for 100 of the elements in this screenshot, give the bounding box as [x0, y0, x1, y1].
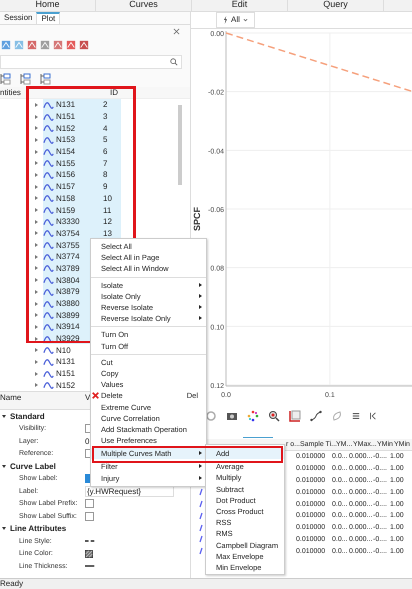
first-page-icon[interactable] — [369, 412, 377, 420]
lightning-icon — [223, 16, 228, 24]
color-wheel-icon[interactable] — [247, 410, 259, 422]
zoom-icon[interactable] — [268, 410, 280, 422]
expand-arrow-icon[interactable] — [35, 266, 38, 270]
group-label: Curve Label — [10, 462, 56, 471]
expand-arrow-icon[interactable] — [35, 324, 38, 329]
panel-tab[interactable]: Session — [0, 12, 36, 24]
expand-arrow-icon[interactable] — [35, 161, 38, 166]
expand-arrow-icon[interactable] — [35, 220, 38, 224]
curve-icon — [43, 148, 54, 156]
expand-arrow-icon[interactable] — [35, 184, 38, 189]
curve-icon — [43, 346, 54, 354]
expand-arrow-icon[interactable] — [35, 172, 38, 177]
expand-arrow-icon[interactable] — [35, 313, 38, 318]
panel-tab[interactable]: Plot — [36, 12, 60, 24]
ribbon-tab[interactable]: Edit — [192, 0, 288, 11]
expand-arrow-icon[interactable] — [35, 114, 38, 119]
expand-arrow-icon[interactable] — [35, 278, 38, 282]
delete-icon — [92, 392, 99, 400]
curve-icon — [43, 322, 54, 331]
search-icon[interactable] — [170, 58, 178, 66]
collapse-triangle-icon[interactable] — [2, 414, 6, 418]
status-text: Ready — [0, 578, 412, 589]
tree-item[interactable]: N156 8 — [43, 169, 121, 181]
expand-arrow-icon[interactable] — [35, 372, 38, 376]
ribbon-tab[interactable]: Home — [0, 0, 96, 11]
tree-item[interactable]: N131 2 — [43, 99, 121, 111]
expand-arrow-icon[interactable] — [35, 126, 38, 130]
tree-item[interactable]: N3330 12 — [43, 216, 121, 228]
expand-arrow-icon[interactable] — [35, 102, 38, 107]
group-label: Standard — [10, 412, 45, 421]
tree-item[interactable]: N157 9 — [43, 180, 121, 192]
column-header[interactable]: ntities — [0, 87, 110, 98]
tree-item[interactable]: N158 10 — [43, 192, 121, 204]
checkbox[interactable] — [85, 512, 94, 521]
expand-arrow-icon[interactable] — [35, 196, 38, 200]
ribbon-tab[interactable]: Curves — [96, 0, 192, 11]
search-field[interactable] — [0, 55, 182, 69]
curve-icon — [43, 311, 54, 320]
collapse-triangle-icon[interactable] — [2, 464, 6, 468]
expand-arrow-icon[interactable] — [35, 290, 38, 294]
expand-arrow-icon[interactable] — [35, 360, 38, 364]
curve-icon — [43, 358, 54, 366]
tree-item[interactable]: N151 3 — [43, 110, 121, 122]
color-swatch-icon[interactable] — [85, 550, 93, 558]
curve-icon — [43, 170, 54, 179]
tree-item[interactable]: N155 7 — [43, 157, 121, 170]
tree-item[interactable]: N153 5 — [43, 134, 121, 146]
dashed-line-icon[interactable] — [85, 539, 95, 544]
expand-arrow-icon[interactable] — [35, 138, 38, 142]
collapse-triangle-icon[interactable] — [2, 527, 6, 530]
checkbox-tool-icon[interactable] — [40, 73, 52, 85]
toolbar-tool-icon[interactable] — [40, 40, 50, 50]
expand-arrow-icon[interactable] — [35, 150, 38, 154]
curve-points-icon[interactable] — [310, 410, 322, 422]
close-icon[interactable] — [173, 28, 180, 34]
expand-arrow-icon[interactable] — [35, 231, 38, 236]
expand-arrow-icon[interactable] — [35, 302, 38, 306]
column-header[interactable]: Name — [0, 392, 85, 409]
checkbox-tool-icon[interactable] — [0, 73, 12, 85]
curve-icon — [43, 229, 54, 238]
curve-icon — [43, 136, 54, 144]
toolbar-tool-icon[interactable] — [1, 40, 11, 50]
curve-icon — [43, 370, 54, 378]
expand-arrow-icon[interactable] — [35, 243, 38, 248]
toolbar-tool-icon[interactable] — [27, 40, 37, 50]
curve-icon — [43, 218, 54, 226]
curve-icon — [43, 100, 54, 109]
expand-arrow-icon[interactable] — [35, 336, 38, 341]
toolbar-tool-icon[interactable] — [66, 40, 76, 50]
camera-icon[interactable] — [226, 410, 238, 422]
curve-icon — [43, 124, 54, 132]
ribbon-tab[interactable]: Query — [288, 0, 384, 11]
curve-icon — [43, 159, 54, 168]
menu-icon[interactable] — [352, 412, 360, 420]
chevron-down-icon — [242, 18, 248, 22]
leaf-icon[interactable] — [331, 410, 343, 422]
expand-arrow-icon[interactable] — [35, 348, 38, 352]
checkbox[interactable] — [85, 499, 94, 508]
expand-arrow-icon[interactable] — [35, 383, 38, 388]
tree-item[interactable]: N154 6 — [43, 146, 121, 158]
tree-item[interactable]: N152 4 — [43, 122, 121, 134]
expand-arrow-icon[interactable] — [35, 254, 38, 259]
column-header[interactable]: ID — [110, 87, 118, 98]
y-axis-label: SPCF — [192, 207, 202, 231]
curve-icon — [43, 252, 54, 261]
toolbar-tool-icon[interactable] — [79, 40, 89, 50]
curve-icon — [43, 112, 54, 121]
plot-frame-icon[interactable] — [289, 410, 301, 422]
toolbar-tool-icon[interactable] — [53, 40, 63, 50]
tree-item[interactable]: N159 11 — [43, 204, 121, 216]
curve-icon — [43, 300, 54, 308]
column-header[interactable]: V — [85, 392, 90, 409]
filter-dropdown[interactable]: All — [216, 12, 255, 28]
curve-icon — [43, 264, 54, 272]
line-thickness-icon[interactable] — [85, 564, 95, 568]
checkbox-tool-icon[interactable] — [20, 73, 32, 85]
curve-icon — [43, 182, 54, 191]
expand-arrow-icon[interactable] — [35, 208, 38, 212]
